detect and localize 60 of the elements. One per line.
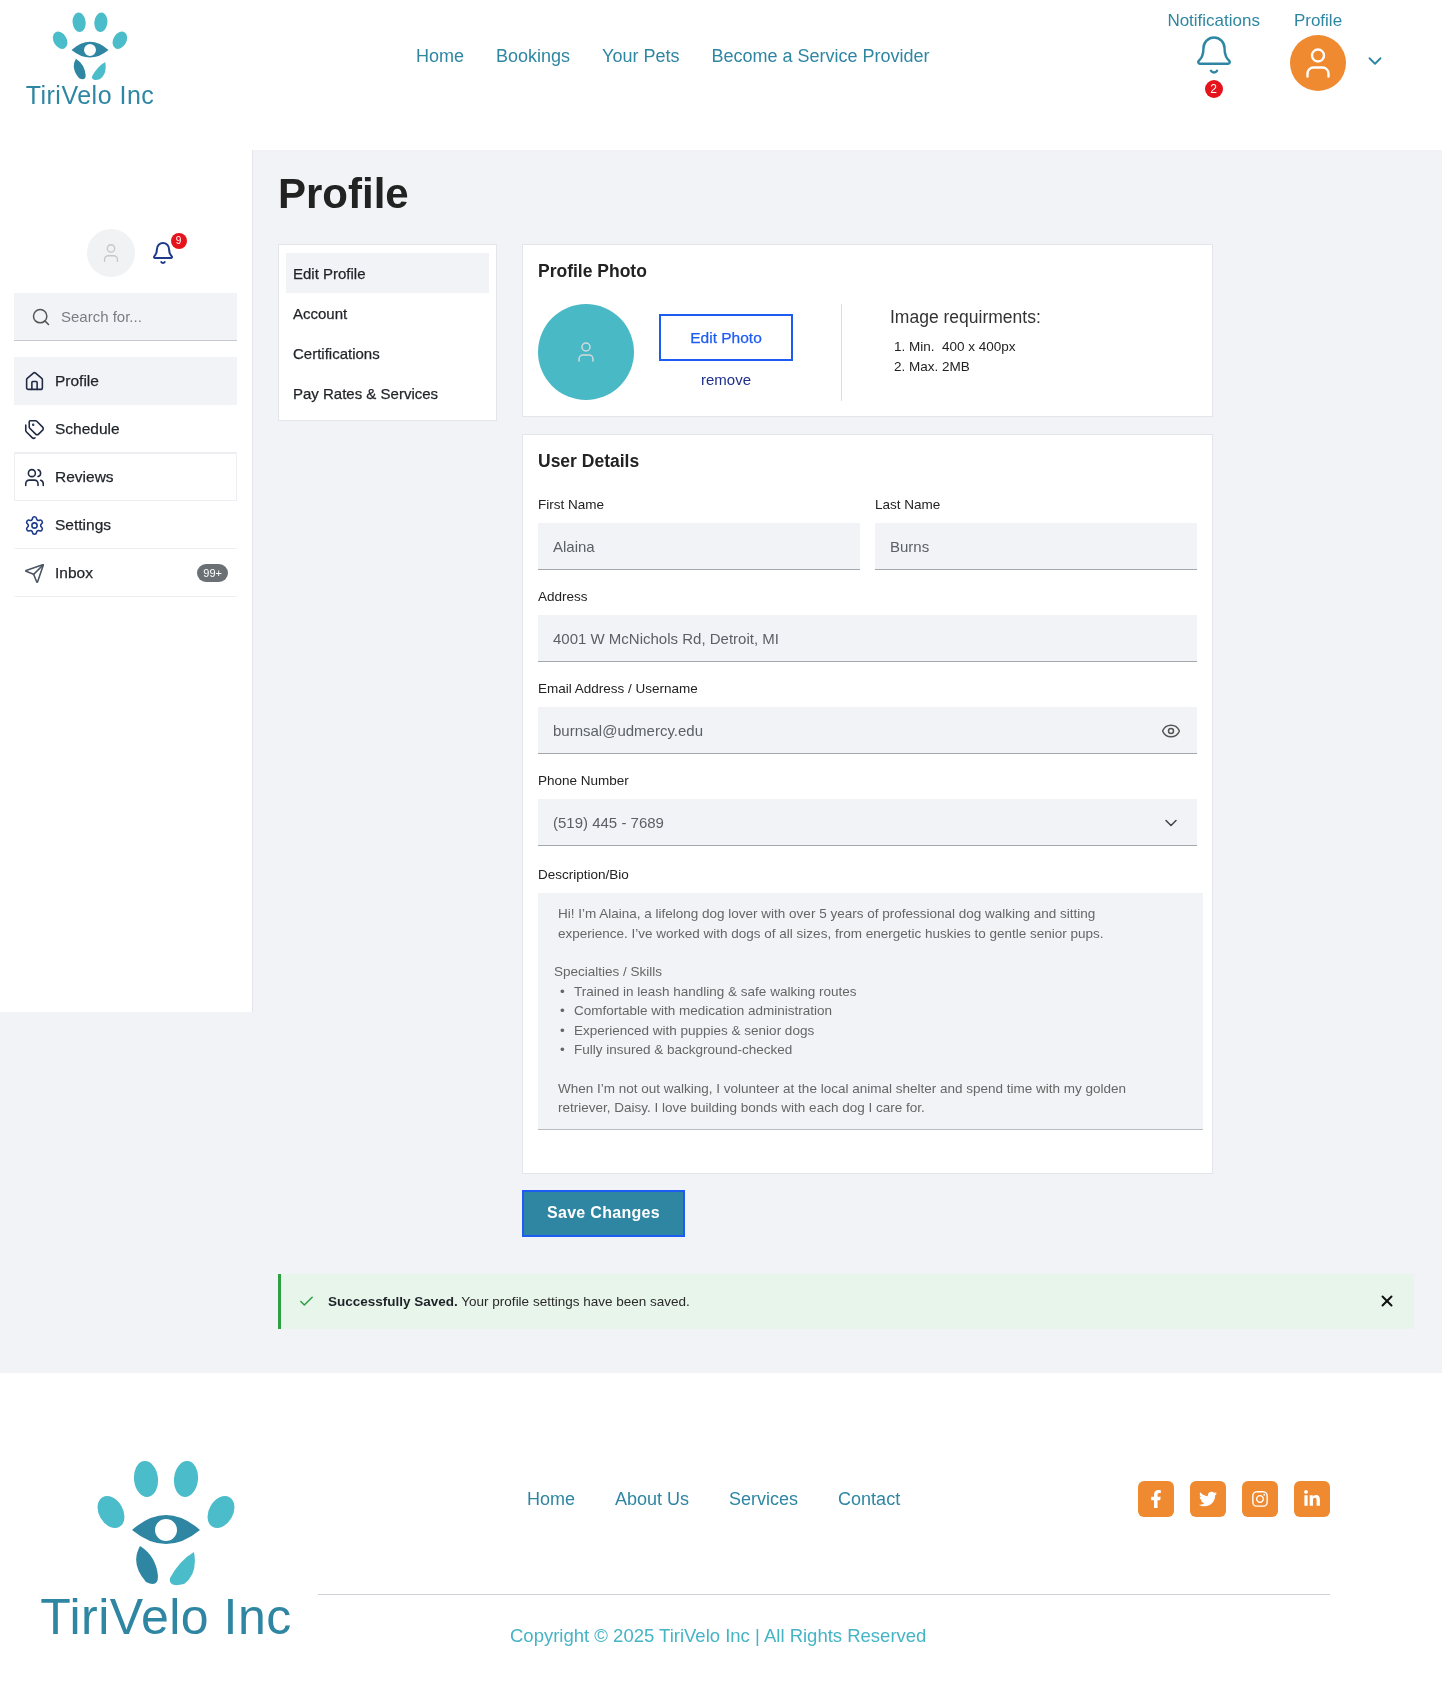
menu-item[interactable]: Certifications: [286, 333, 489, 373]
edit-photo-button[interactable]: Edit Photo: [659, 314, 793, 361]
remove-link[interactable]: remove: [701, 371, 751, 389]
input-field[interactable]: Alaina: [538, 523, 860, 570]
card-title: Profile Photo: [538, 260, 648, 282]
logo-text: TiriVelo Inc: [25, 82, 155, 110]
search-field[interactable]: Search for...: [14, 293, 237, 341]
sidebar-item[interactable]: Reviews: [14, 453, 237, 501]
page-title: Profile: [278, 169, 409, 219]
close-button[interactable]: [1378, 1292, 1396, 1310]
home-icon: [24, 370, 45, 392]
sidebar-item[interactable]: Profile: [14, 357, 237, 405]
requirement-item: 2. Max. 2MB: [894, 358, 971, 376]
tags-icon: [24, 418, 45, 440]
bell-icon[interactable]: [150, 241, 175, 265]
send-icon: [24, 562, 45, 584]
footer-link[interactable]: Contact: [838, 1488, 901, 1510]
avatar-icon[interactable]: [1290, 35, 1346, 91]
menu-item[interactable]: Edit Profile: [286, 253, 489, 293]
notification-badge: 2: [1204, 80, 1223, 98]
footer-link[interactable]: Home: [527, 1488, 575, 1510]
menu-item[interactable]: Account: [286, 293, 489, 333]
nav-link[interactable]: Your Pets: [602, 44, 680, 68]
field-label: Description/Bio: [538, 866, 630, 884]
logo-text: TiriVelo Inc: [40, 1590, 292, 1645]
card-title: User Details: [538, 450, 641, 472]
field-label: Email Address / Username: [538, 680, 699, 698]
instagram-icon[interactable]: [1242, 1481, 1278, 1517]
facebook-icon[interactable]: [1138, 1481, 1174, 1517]
input-field[interactable]: Burns: [875, 523, 1197, 570]
requirements-title: Image requirments:: [890, 306, 1041, 328]
bio-field[interactable]: Hi! I’m Alaina, a lifelong dog lover with over 5 years of professional dog walking and sitting experience. I’ve worked with dogs of all sizes, from energetic huskies to gentle senior pups. Specialties / Skills • Trained in leash handling & safe walking routes • Comfortable with medication administration • Experienced with puppies & senior dogs • Fully insured & background-checked When I’m not out walking, I volunteer at the local animal shelter and spend time with my golden retriever, Daisy. I love building bonds with each dog I care for.: [538, 893, 1203, 1130]
menu-item[interactable]: Pay Rates & Services: [286, 373, 489, 413]
notification-badge: 9: [170, 233, 187, 249]
linkedin-icon[interactable]: [1294, 1481, 1330, 1517]
nav-link[interactable]: Home: [416, 44, 464, 68]
notifications-label: Notifications: [1167, 10, 1260, 32]
nav-link[interactable]: Bookings: [496, 44, 571, 68]
select-field[interactable]: (519) 445 - 7689: [538, 799, 1197, 846]
profile-label: Profile: [1293, 10, 1343, 32]
requirement-item: 1. Min. 400 x 400px: [894, 338, 1017, 356]
copyright-text: Copyright © 2025 TiriVelo Inc | All Rights Reserved: [510, 1625, 927, 1647]
field-label: First Name: [538, 496, 605, 514]
input-field[interactable]: burnsal@udmercy.edu: [538, 707, 1197, 754]
footer-link[interactable]: About Us: [615, 1488, 690, 1510]
count-badge: 99+: [197, 564, 228, 582]
footer-link[interactable]: Services: [729, 1488, 799, 1510]
input-field[interactable]: 4001 W McNichols Rd, Detroit, MI: [538, 615, 1197, 662]
field-label: Phone Number: [538, 772, 630, 790]
twitter-icon[interactable]: [1190, 1481, 1226, 1517]
field-label: Last Name: [875, 496, 942, 514]
users-icon: [24, 466, 45, 488]
save-changes-button[interactable]: Save Changes: [522, 1189, 685, 1237]
paw-logo-icon: [96, 1460, 236, 1586]
paw-logo-icon: [52, 12, 128, 81]
search-icon: [31, 307, 51, 327]
nav-link[interactable]: Become a Service Provider: [711, 44, 930, 68]
settings-icon: [24, 514, 45, 536]
alert-message: Successfully Saved. Your profile settings have been saved.: [328, 1293, 690, 1309]
field-label: Address: [538, 588, 589, 606]
